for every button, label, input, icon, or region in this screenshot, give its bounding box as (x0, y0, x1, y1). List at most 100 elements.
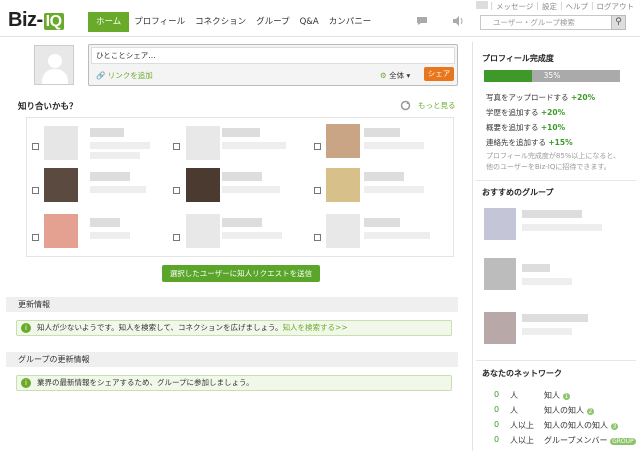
updates-text: 知人が少ないようです。知人を検索して、コネクションを広げましょう。 (37, 323, 283, 332)
send-request-button[interactable]: 選択したユーザーに知人リクエストを送信 (162, 265, 320, 282)
column-divider (472, 42, 473, 451)
person-name-blurred (90, 172, 130, 181)
nav-profile[interactable]: プロフィール (129, 12, 190, 32)
divider (476, 360, 636, 361)
network-title: あなたのネットワーク (482, 369, 562, 378)
chat-bubble-icon[interactable] (416, 16, 428, 29)
profile-completion-title: プロフィール完成度 (482, 54, 554, 63)
nav-home[interactable]: ホーム (88, 12, 130, 32)
person-photo (44, 214, 78, 248)
person-detail-blurred (90, 186, 146, 193)
info-icon: i (21, 378, 31, 388)
person-detail-blurred (90, 232, 130, 239)
person-photo (326, 168, 360, 202)
group-image[interactable] (484, 258, 516, 290)
person-photo (326, 124, 360, 158)
profile-task-contact[interactable]: 連絡先を追加する +15% (486, 137, 573, 148)
person-checkbox[interactable] (32, 234, 39, 241)
person-name-blurred (222, 128, 260, 137)
person-detail-blurred (364, 142, 424, 149)
post-input[interactable]: ひとことシェア… (91, 47, 455, 64)
profile-task-summary[interactable]: 概要を追加する +10% (486, 122, 565, 133)
person-name-blurred (364, 128, 400, 137)
person-detail-blurred (90, 142, 150, 149)
person-checkbox[interactable] (314, 234, 321, 241)
info-icon: i (21, 323, 31, 333)
person-photo (44, 126, 78, 160)
person-checkbox[interactable] (173, 187, 180, 194)
person-photo (326, 214, 360, 248)
person-name-blurred (222, 172, 262, 181)
link-icon: 🔗 (96, 71, 106, 80)
logo-accent: IQ (43, 13, 64, 30)
user-name-blurred (475, 1, 488, 9)
nav-groups[interactable]: グループ (251, 12, 295, 32)
group-updates-text: 業界の最新情報をシェアするため、グループに参加しましょう。 (37, 378, 254, 387)
nav-connections[interactable]: コネクション (190, 12, 251, 32)
person-detail-blurred (364, 186, 424, 193)
group-detail-blurred (522, 224, 602, 231)
gear-icon: ⚙ (380, 71, 387, 80)
person-photo (186, 126, 220, 160)
network-label-friends-of-friends[interactable]: 知人の知人 2 (544, 405, 595, 416)
recommended-groups-title: おすすめのグループ (482, 188, 554, 197)
group-name-blurred[interactable] (522, 264, 550, 272)
person-detail-blurred (222, 186, 280, 193)
person-checkbox[interactable] (173, 143, 180, 150)
group-name-blurred[interactable] (522, 314, 588, 322)
person-photo (44, 168, 78, 202)
refresh-icon[interactable] (400, 100, 411, 113)
group-image[interactable] (484, 312, 516, 344)
person-detail-blurred (222, 142, 286, 149)
person-checkbox[interactable] (314, 187, 321, 194)
profile-task-education[interactable]: 学歴を追加する +20% (486, 107, 565, 118)
share-button[interactable]: シェア (424, 67, 454, 81)
divider (476, 180, 636, 181)
person-checkbox[interactable] (32, 187, 39, 194)
logo-main: Biz- (8, 9, 43, 31)
search-icon[interactable]: ⚲ (611, 15, 626, 30)
updates-header: 更新情報 (6, 297, 458, 312)
add-link-label: リンクを追加 (107, 71, 153, 80)
person-name-blurred (364, 172, 404, 181)
person-detail-blurred (222, 232, 282, 239)
scope-select[interactable]: ⚙ 全体 ▾ (380, 70, 410, 81)
profile-progress-label: 35% (543, 71, 561, 80)
group-updates-message: i 業界の最新情報をシェアするため、グループに参加しましょう。 (16, 375, 452, 391)
updates-message: i 知人が少ないようです。知人を検索して、コネクションを広げましょう。知人を検索… (16, 320, 452, 336)
header-divider (0, 36, 640, 37)
person-name-blurred (364, 218, 400, 227)
person-checkbox[interactable] (32, 143, 39, 150)
speaker-icon[interactable] (452, 16, 464, 29)
person-checkbox[interactable] (314, 143, 321, 150)
link-logout[interactable]: ログアウト (597, 1, 635, 12)
profile-note: プロフィール完成度が85%以上になると、他のユーザーをBiz-IQに招待できます… (486, 152, 621, 171)
search-acquaintance-link[interactable]: 知人を検索する>> (283, 323, 348, 332)
group-name-blurred[interactable] (522, 210, 582, 218)
person-name-blurred (222, 218, 262, 227)
nav-qa[interactable]: Q&A (295, 12, 324, 32)
link-settings[interactable]: 設定 (542, 1, 557, 12)
link-messages[interactable]: メッセージ (496, 1, 533, 12)
network-label-group-members[interactable]: グループメンバー GROUP (544, 435, 636, 446)
profile-task-photo[interactable]: 写真をアップロードする +20% (486, 92, 595, 103)
chevron-down-icon: ▾ (406, 71, 411, 80)
network-label-third-degree[interactable]: 知人の知人の知人 3 (544, 420, 619, 431)
person-photo (186, 168, 220, 202)
add-link-button[interactable]: 🔗 リンクを追加 (96, 70, 153, 81)
search-input[interactable]: ユーザー・グループ検索 (480, 15, 626, 30)
main-nav: ホーム プロフィール コネクション グループ Q&A カンパニー (88, 12, 376, 32)
scope-label: 全体 (389, 71, 405, 80)
more-link[interactable]: もっと見る (418, 100, 456, 111)
top-links: | メッセージ | 設定 | ヘルプ | ログアウト (475, 1, 635, 12)
nav-company[interactable]: カンパニー (324, 12, 377, 32)
logo[interactable]: Biz- IQ (8, 9, 64, 32)
person-checkbox[interactable] (173, 234, 180, 241)
group-detail-blurred (522, 328, 572, 335)
group-detail-blurred (522, 278, 572, 285)
profile-progress-bar: 35% (484, 70, 620, 82)
group-image[interactable] (484, 208, 516, 240)
network-label-friends[interactable]: 知人 1 (544, 390, 571, 401)
person-detail-blurred (364, 232, 430, 239)
link-help[interactable]: ヘルプ (565, 1, 588, 12)
